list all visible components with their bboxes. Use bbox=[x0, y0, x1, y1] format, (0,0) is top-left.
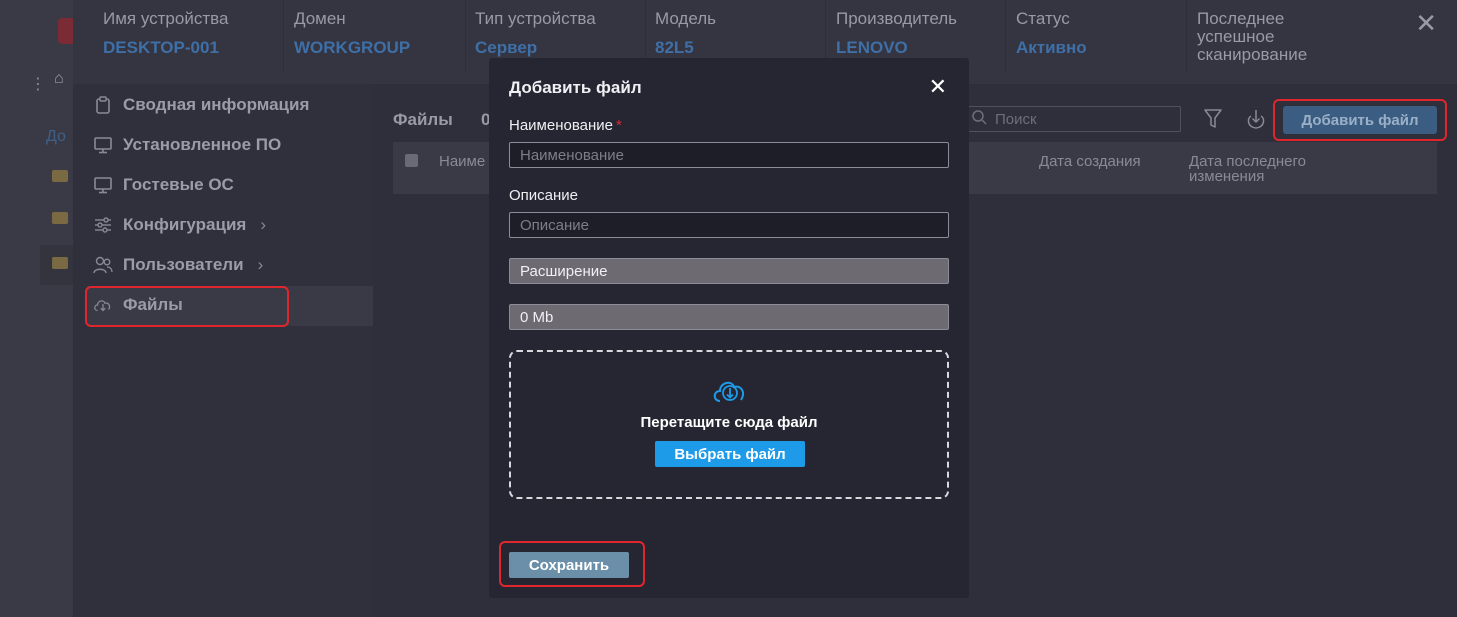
search-box[interactable]: Поиск bbox=[963, 106, 1181, 132]
monitor-icon bbox=[93, 135, 113, 155]
header-value: Сервер bbox=[475, 38, 538, 57]
header-device-type: Тип устройства Сервер bbox=[475, 10, 596, 58]
users-icon bbox=[93, 255, 113, 275]
file-dropzone[interactable]: Перетащите сюда файл Выбрать файл bbox=[509, 350, 949, 499]
name-field-label: Наименование * bbox=[509, 117, 622, 134]
folder-row[interactable] bbox=[40, 158, 73, 198]
sidebar-item-software[interactable]: Установленное ПО bbox=[93, 132, 281, 158]
header-label: Домен bbox=[294, 9, 346, 28]
extension-field: Расширение bbox=[509, 258, 949, 284]
header-value: Активно bbox=[1016, 38, 1087, 57]
header-status: Статус Активно bbox=[1016, 10, 1087, 58]
home-icon[interactable]: ⌂ bbox=[54, 70, 72, 90]
sidebar-item-configuration[interactable]: Конфигурация › bbox=[93, 212, 266, 238]
header-divider bbox=[1005, 0, 1006, 72]
folder-icon bbox=[52, 212, 68, 224]
add-file-dialog: Добавить файл ✕ Наименование* Описание Р… bbox=[489, 58, 969, 598]
chevron-right-icon: › bbox=[257, 255, 264, 274]
choose-file-button[interactable]: Выбрать файл bbox=[655, 441, 805, 467]
sidebar-item-guest-os[interactable]: Гостевые ОС bbox=[93, 172, 234, 198]
search-icon bbox=[972, 109, 987, 129]
sidebar-item-label: Пользователи bbox=[123, 255, 244, 274]
monitor-icon bbox=[93, 175, 113, 195]
cloud-download-icon bbox=[711, 378, 749, 404]
dialog-title: Добавить файл bbox=[509, 78, 642, 97]
folder-icon bbox=[52, 257, 68, 269]
header-label: Имя устройства bbox=[103, 9, 229, 28]
sidebar-item-summary[interactable]: Сводная информация bbox=[93, 92, 309, 118]
more-icon[interactable]: ⋮ bbox=[30, 74, 46, 94]
highlight-box bbox=[85, 286, 289, 327]
background-app: ⋮ ⌂ До bbox=[0, 0, 76, 617]
folder-row[interactable] bbox=[40, 245, 73, 285]
header-value: WORKGROUP bbox=[294, 38, 411, 57]
name-label-text: Наименование bbox=[509, 117, 613, 134]
highlight-box bbox=[1273, 99, 1447, 141]
chevron-right-icon: › bbox=[260, 215, 266, 234]
header-label: Последнее успешное сканирование bbox=[1197, 9, 1308, 64]
export-icon[interactable] bbox=[1243, 106, 1269, 132]
panel-close-icon[interactable]: ✕ bbox=[1415, 10, 1437, 36]
sidebar-item-label: Конфигурация bbox=[123, 215, 247, 234]
size-field: 0 Mb bbox=[509, 304, 949, 330]
header-domain: Домен WORKGROUP bbox=[294, 10, 410, 58]
header-manufacturer: Производитель LENOVO bbox=[836, 10, 957, 58]
highlight-box bbox=[499, 541, 645, 587]
name-input[interactable] bbox=[509, 142, 949, 168]
description-field-label: Описание bbox=[509, 187, 579, 204]
header-label: Производитель bbox=[836, 9, 958, 28]
description-input[interactable] bbox=[509, 212, 949, 238]
close-icon[interactable]: ✕ bbox=[929, 76, 947, 98]
sidebar-item-label: Сводная информация bbox=[123, 95, 310, 114]
header-label: Модель bbox=[655, 9, 717, 28]
filter-icon[interactable] bbox=[1200, 106, 1226, 132]
header-last-scan: Последнее успешное сканирование bbox=[1197, 10, 1347, 64]
search-placeholder: Поиск bbox=[995, 110, 1037, 128]
sidebar-item-label: Гостевые ОС bbox=[123, 175, 234, 194]
column-header-name[interactable]: Наиме bbox=[439, 154, 485, 169]
header-value: 82L5 bbox=[655, 38, 694, 57]
header-divider bbox=[465, 0, 466, 72]
folder-icon bbox=[52, 170, 68, 182]
device-sidebar: Сводная информация Установленное ПО Гост… bbox=[73, 84, 373, 617]
header-label: Статус bbox=[1016, 9, 1070, 28]
required-mark: * bbox=[615, 117, 622, 134]
sliders-icon bbox=[93, 215, 113, 235]
select-all-checkbox[interactable] bbox=[405, 154, 418, 167]
header-divider bbox=[1186, 0, 1187, 72]
header-device-name: Имя устройства DESKTOP-001 bbox=[103, 10, 228, 58]
column-header-created[interactable]: Дата создания bbox=[1039, 154, 1141, 169]
folder-row[interactable] bbox=[40, 200, 73, 240]
files-title: Файлы bbox=[393, 110, 453, 129]
dropzone-text: Перетащите сюда файл bbox=[640, 414, 818, 431]
header-model: Модель 82L5 bbox=[655, 10, 716, 58]
header-divider bbox=[283, 0, 284, 72]
sidebar-item-users[interactable]: Пользователи › bbox=[93, 252, 263, 278]
background-link: До bbox=[46, 128, 66, 145]
sidebar-item-label: Установленное ПО bbox=[123, 135, 282, 154]
header-value: DESKTOP-001 bbox=[103, 38, 219, 57]
header-label: Тип устройства bbox=[475, 9, 596, 28]
header-value: LENOVO bbox=[836, 38, 908, 57]
clipboard-icon bbox=[93, 95, 113, 115]
column-header-modified[interactable]: Дата последнего изменения bbox=[1189, 154, 1349, 184]
